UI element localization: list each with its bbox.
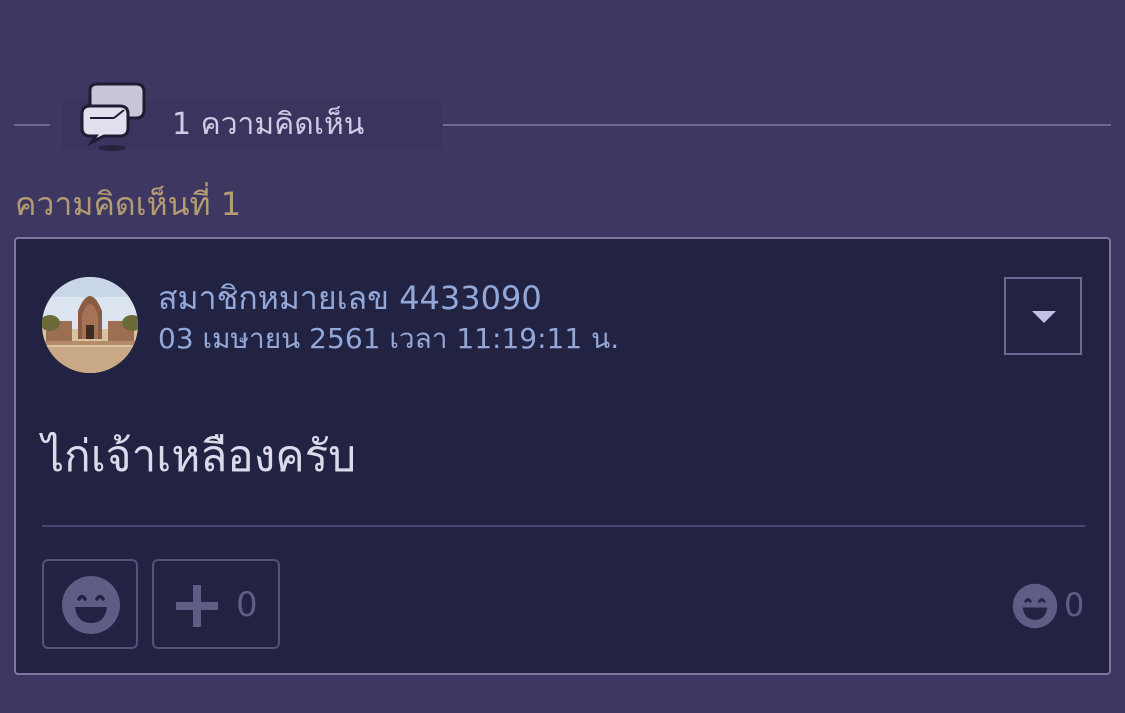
comment-body: ไก่เจ้าเหลืองครับ: [42, 431, 357, 482]
comment-menu-button[interactable]: [1004, 277, 1082, 355]
comment-card: สมาชิกหมายเลข 4433090 03 เมษายน 2561 เวล…: [14, 237, 1111, 675]
plus-icon: [176, 585, 218, 627]
header-divider-left: [14, 124, 50, 126]
add-reaction-button[interactable]: [42, 559, 138, 649]
author-name[interactable]: สมาชิกหมายเลข 4433090: [158, 277, 542, 319]
smiley-icon: [1012, 583, 1058, 629]
temple-avatar-image: [42, 277, 138, 373]
plus-vote-count: 0: [236, 585, 258, 625]
avatar[interactable]: [42, 277, 138, 373]
speech-bubbles-icon: [80, 82, 146, 151]
triangle-down-icon: [1032, 311, 1056, 323]
header-divider-right: [443, 124, 1111, 126]
comment-count-label: 1 ความคิดเห็น: [172, 107, 365, 142]
reaction-summary[interactable]: 0: [1012, 583, 1092, 629]
comment-divider: [42, 525, 1085, 527]
smiley-icon: [62, 576, 120, 634]
reaction-count: 0: [1064, 586, 1085, 624]
plus-vote-button[interactable]: 0: [152, 559, 280, 649]
comment-number-label: ความคิดเห็นที่ 1: [15, 185, 242, 223]
comment-timestamp: 03 เมษายน 2561 เวลา 11:19:11 น.: [158, 322, 620, 355]
comment-section: 1 ความคิดเห็น ความคิดเห็นที่ 1 สมาชิกหมา…: [0, 0, 1125, 713]
